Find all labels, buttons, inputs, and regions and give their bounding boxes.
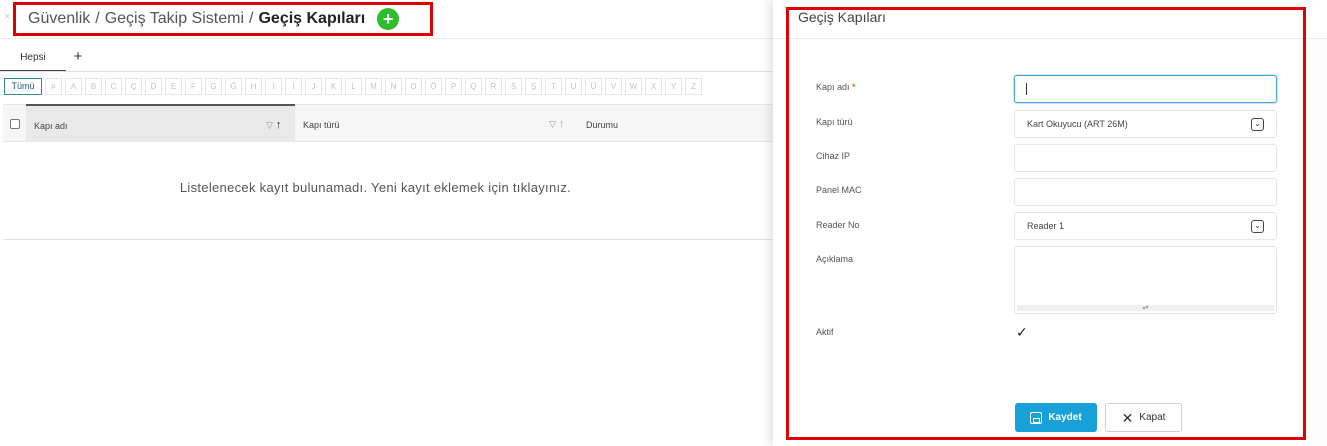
letter-filter-all[interactable]: Tümü: [4, 78, 42, 95]
letter-filter-item[interactable]: İ: [285, 78, 302, 95]
close-icon: ✕: [1121, 409, 1134, 426]
letter-filter: Tümü # A B C Ç D E F G Ğ H I İ J K L M N…: [4, 78, 702, 95]
letter-filter-item[interactable]: D: [145, 78, 162, 95]
letter-filter-item[interactable]: Z: [685, 78, 702, 95]
modal-scrollbar[interactable]: [1310, 39, 1327, 446]
door-name-input[interactable]: [1014, 75, 1277, 103]
letter-filter-item[interactable]: Ü: [585, 78, 602, 95]
letter-filter-item[interactable]: H: [245, 78, 262, 95]
field-label-active: Aktif: [816, 327, 834, 337]
sort-asc-icon[interactable]: ↑: [276, 119, 282, 131]
letter-filter-item[interactable]: #: [45, 78, 62, 95]
column-header-door-name[interactable]: Kapı adı ▽ ↑: [26, 104, 295, 142]
grid-header: Kapı adı ▽ ↑ Kapı türü ▽ ↑ Durumu: [3, 104, 776, 142]
description-textarea[interactable]: ▴▾: [1014, 246, 1277, 314]
letter-filter-item[interactable]: C: [105, 78, 122, 95]
letter-filter-item[interactable]: M: [365, 78, 382, 95]
select-all-checkbox[interactable]: [10, 119, 20, 129]
letter-filter-item[interactable]: W: [625, 78, 642, 95]
field-label-door-name: Kapı adı *: [816, 82, 856, 92]
letter-filter-item[interactable]: Ş: [525, 78, 542, 95]
letter-filter-item[interactable]: U: [565, 78, 582, 95]
letter-filter-item[interactable]: J: [305, 78, 322, 95]
close-icon[interactable]: ×: [4, 11, 10, 23]
field-label-reader-no: Reader No: [816, 220, 860, 230]
letter-filter-item[interactable]: O: [405, 78, 422, 95]
add-tab-button[interactable]: +: [66, 46, 90, 72]
panel-mac-input[interactable]: [1014, 178, 1277, 206]
door-form-modal: Geçiş Kapıları Kapı adı * Kapı türü Kart…: [773, 0, 1327, 446]
breadcrumb: Güvenlik / Geçiş Takip Sistemi / Geçiş K…: [13, 2, 433, 36]
empty-message[interactable]: Listelenecek kayıt bulunamadı. Yeni kayı…: [3, 180, 748, 195]
field-label-description: Açıklama: [816, 254, 854, 264]
letter-filter-item[interactable]: Ö: [425, 78, 442, 95]
column-header-status[interactable]: Durumu: [586, 120, 618, 130]
column-header-door-type[interactable]: Kapı türü: [303, 120, 340, 130]
breadcrumb-separator: /: [95, 10, 100, 27]
letter-filter-item[interactable]: B: [85, 78, 102, 95]
sort-asc-icon[interactable]: ↑: [559, 118, 565, 130]
door-type-value: Kart Okuyucu (ART 26M): [1027, 119, 1128, 129]
grid-bottom-divider: [3, 239, 776, 240]
reader-no-select[interactable]: Reader 1 ⌄: [1014, 212, 1277, 240]
modal-header: Geçiş Kapıları: [773, 0, 1327, 39]
page-title: Geçiş Kapıları: [258, 10, 366, 27]
close-button[interactable]: ✕ Kapat: [1105, 403, 1182, 432]
save-button[interactable]: Kaydet: [1015, 403, 1097, 432]
letter-filter-item[interactable]: G: [205, 78, 222, 95]
breadcrumb-item-access-system[interactable]: Geçiş Takip Sistemi: [105, 10, 244, 28]
letter-filter-item[interactable]: Q: [465, 78, 482, 95]
letter-filter-item[interactable]: T: [545, 78, 562, 95]
chevron-down-icon[interactable]: ⌄: [1251, 117, 1264, 131]
reader-no-value: Reader 1: [1027, 221, 1065, 231]
header-divider: [0, 38, 780, 39]
door-type-select[interactable]: Kart Okuyucu (ART 26M) ⌄: [1014, 110, 1277, 138]
filter-icon[interactable]: ▽: [549, 119, 556, 129]
letter-filter-item[interactable]: N: [385, 78, 402, 95]
save-button-label: Kaydet: [1048, 412, 1082, 423]
chevron-down-icon[interactable]: ⌄: [1251, 219, 1264, 233]
letter-filter-item[interactable]: K: [325, 78, 342, 95]
tab-divider: [0, 71, 775, 72]
active-checkbox[interactable]: ✓: [1016, 324, 1028, 341]
column-icons: ▽ ↑: [266, 119, 281, 131]
letter-filter-item[interactable]: A: [65, 78, 82, 95]
resize-handle-icon[interactable]: ▴▾: [1017, 305, 1274, 311]
letter-filter-item[interactable]: V: [605, 78, 622, 95]
letter-filter-item[interactable]: F: [185, 78, 202, 95]
page: × Güvenlik / Geçiş Takip Sistemi / Geçiş…: [0, 0, 1327, 446]
modal-title: Geçiş Kapıları: [798, 9, 886, 25]
text-caret: [1026, 83, 1027, 95]
close-button-label: Kapat: [1139, 412, 1166, 423]
add-record-button[interactable]: +: [377, 8, 400, 30]
letter-filter-item[interactable]: X: [645, 78, 662, 95]
column-icons: ▽ ↑: [549, 118, 564, 130]
letter-filter-item[interactable]: R: [485, 78, 502, 95]
tab-bar: Hepsi +: [0, 46, 90, 72]
save-icon: [1030, 411, 1043, 424]
column-label: Kapı adı: [34, 121, 68, 131]
device-ip-input[interactable]: [1014, 144, 1277, 172]
letter-filter-item[interactable]: Y: [665, 78, 682, 95]
letter-filter-item[interactable]: Ğ: [225, 78, 242, 95]
tab-all[interactable]: Hepsi: [0, 46, 66, 72]
letter-filter-item[interactable]: S: [505, 78, 522, 95]
letter-filter-item[interactable]: I: [265, 78, 282, 95]
field-label-panel-mac: Panel MAC: [816, 185, 862, 195]
required-mark: *: [852, 82, 856, 92]
letter-filter-item[interactable]: E: [165, 78, 182, 95]
filter-icon[interactable]: ▽: [266, 120, 273, 130]
letter-filter-item[interactable]: P: [445, 78, 462, 95]
breadcrumb-separator: /: [249, 10, 254, 27]
letter-filter-item[interactable]: Ç: [125, 78, 142, 95]
breadcrumb-item-security[interactable]: Güvenlik: [28, 10, 90, 28]
letter-filter-item[interactable]: L: [345, 78, 362, 95]
field-label-door-type: Kapı türü: [816, 117, 853, 127]
field-label-device-ip: Cihaz IP: [816, 151, 851, 161]
